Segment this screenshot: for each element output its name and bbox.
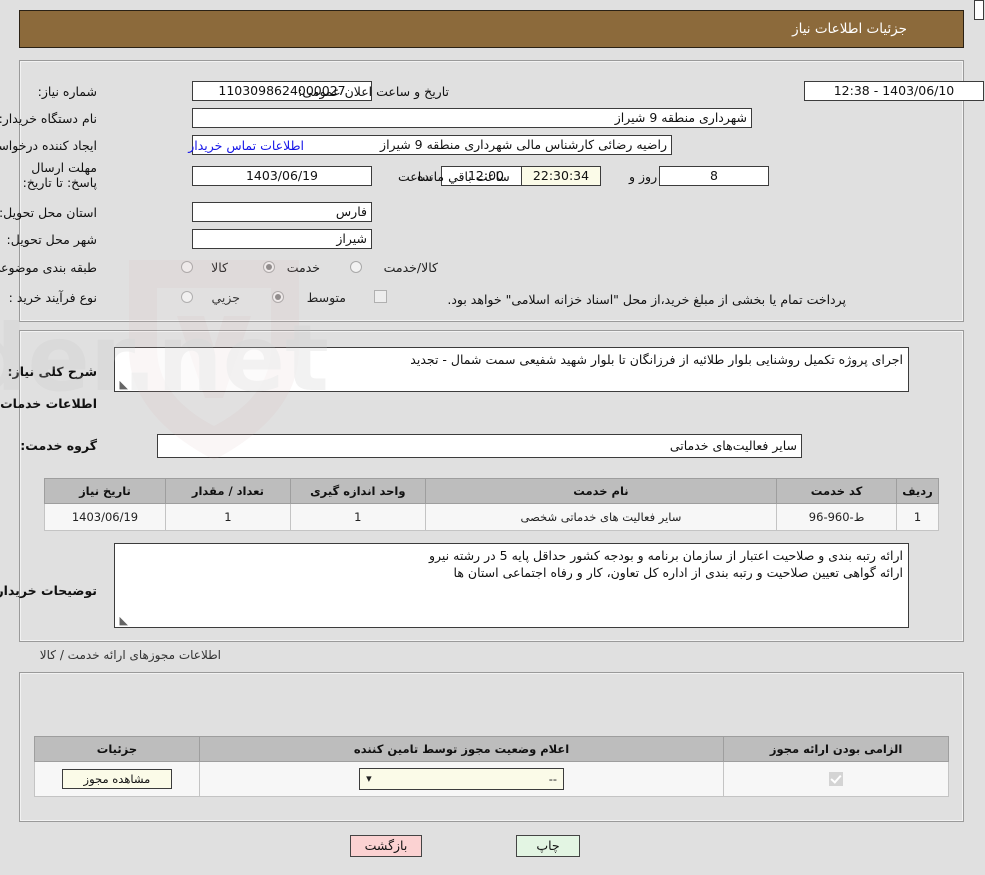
cell-unit: 1 — [290, 503, 427, 531]
province-value: فارس — [193, 202, 373, 222]
permit-status-value: -- — [549, 772, 559, 786]
th-permit-status: اعلام وضعیت مجوز توسط تامین کننده — [199, 736, 726, 762]
chevron-down-icon: ▾ — [367, 772, 373, 785]
table-row: 1 ط-960-96 سایر فعالیت های خدماتی شخصی 1… — [45, 503, 940, 531]
th-permit-required: الزامی بودن ارائه مجوز — [724, 736, 950, 762]
page-title: جزئیات اطلاعات نیاز — [793, 21, 908, 37]
services-table: ردیف کد خدمت نام خدمت واحد اندازه گیری ت… — [45, 478, 940, 531]
announce-datetime-label: تاریخ و ساعت اعلان عمومی: — [299, 84, 450, 99]
category-label: طبقه بندی موضوعی: — [0, 260, 98, 275]
permits-table: الزامی بودن ارائه مجوز اعلام وضعیت مجوز … — [35, 736, 950, 797]
radio-category-goods-service-label: کالا/خدمت — [384, 260, 439, 275]
th-permit-details: جزئیات — [35, 736, 201, 762]
process-label: نوع فرآیند خرید : — [9, 290, 98, 305]
payment-note-checkbox[interactable] — [375, 290, 388, 303]
remaining-time-value: 22:30:34 — [522, 166, 602, 186]
cell-quantity: 1 — [165, 503, 292, 531]
permit-required-checkbox-icon — [830, 772, 845, 787]
buyer-notes-line-2: ارائه گواهی تعیین صلاحیت و رتبه بندی از … — [454, 565, 904, 580]
city-value: شیراز — [193, 229, 373, 249]
resize-grip-icon[interactable]: ◣ — [119, 379, 129, 390]
permit-status-select[interactable]: ▾ -- — [360, 768, 566, 790]
cell-service-name: سایر فعالیت های خدماتی شخصی — [425, 503, 779, 531]
radio-process-medium[interactable] — [273, 291, 285, 303]
need-number-label: شماره نیاز: — [38, 84, 98, 99]
cell-permit-status: ▾ -- — [199, 761, 726, 797]
th-need-date: تاریخ نیاز — [45, 478, 167, 504]
page-header: جزئیات اطلاعات نیاز — [20, 10, 965, 48]
th-row-number: ردیف — [897, 478, 940, 504]
cell-need-date: 1403/06/19 — [45, 503, 167, 531]
resize-grip-icon[interactable]: ◣ — [119, 615, 129, 626]
description-label: شرح کلی نیاز: — [8, 364, 98, 379]
back-button[interactable]: بازگشت — [351, 835, 423, 857]
description-textarea[interactable]: اجرای پروژه تکمیل روشنایی بلوار طلائیه ا… — [115, 347, 910, 392]
payment-note-text: پرداخت تمام یا بخشی از مبلغ خرید،از محل … — [448, 292, 847, 307]
th-unit: واحد اندازه گیری — [290, 478, 427, 504]
cell-row-number: 1 — [897, 503, 940, 531]
table-row: ▾ -- مشاهده مجوز — [35, 761, 950, 797]
requester-label: ایجاد کننده درخواست: — [0, 138, 98, 153]
cell-service-code: ط-960-96 — [777, 503, 899, 531]
th-quantity: تعداد / مقدار — [165, 478, 292, 504]
buyer-notes-textarea[interactable]: ارائه رتبه بندی و صلاحیت اعتبار از سازما… — [115, 543, 910, 628]
cell-permit-required — [724, 761, 950, 797]
services-table-header-row: ردیف کد خدمت نام خدمت واحد اندازه گیری ت… — [45, 478, 940, 504]
services-section-title: اطلاعات خدمات مورد نیاز — [0, 396, 98, 411]
radio-category-goods-service[interactable] — [351, 261, 363, 273]
radio-process-minor[interactable] — [182, 291, 194, 303]
th-service-code: کد خدمت — [777, 478, 899, 504]
radio-process-medium-label: متوسط — [307, 290, 347, 305]
remaining-days-value: 8 — [660, 166, 770, 186]
permits-table-header-row: الزامی بودن ارائه مجوز اعلام وضعیت مجوز … — [35, 736, 950, 762]
radio-category-goods[interactable] — [182, 261, 194, 273]
buyer-org-value: شهرداری منطقه 9 شیراز — [193, 108, 753, 128]
radio-process-minor-label: جزیي — [212, 290, 241, 305]
buyer-contact-link[interactable]: اطلاعات تماس خریدار — [189, 138, 305, 154]
buyer-org-label: نام دستگاه خریدار: — [0, 111, 98, 126]
print-button[interactable]: چاپ — [517, 835, 581, 857]
province-label: استان محل تحویل: — [0, 205, 98, 220]
view-permit-button[interactable]: مشاهده مجوز — [62, 769, 173, 789]
radio-category-service-label: خدمت — [287, 260, 321, 275]
deadline-label: مهلت ارسال پاسخ: تا تاریخ: — [23, 160, 98, 190]
deadline-date-value: 1403/06/19 — [193, 166, 373, 186]
radio-category-service[interactable] — [264, 261, 276, 273]
description-text: اجرای پروژه تکمیل روشنایی بلوار طلائیه ا… — [411, 352, 904, 367]
service-group-label: گروه خدمت: — [21, 438, 98, 453]
remaining-time-label: ساعت باقي مانده — [418, 169, 511, 184]
service-group-value: سایر فعالیت‌های خدماتی — [158, 434, 803, 458]
permits-section-title: اطلاعات مجوزهای ارائه خدمت / کالا — [40, 648, 222, 662]
announce-datetime-value: 1403/06/10 - 12:38 — [805, 81, 985, 101]
th-service-name: نام خدمت — [425, 478, 779, 504]
radio-category-goods-label: کالا — [212, 260, 229, 275]
buyer-notes-label: توضیحات خریدار: — [0, 583, 98, 598]
buyer-notes-line-1: ارائه رتبه بندی و صلاحیت اعتبار از سازما… — [429, 548, 904, 563]
city-label: شهر محل تحویل: — [7, 232, 98, 247]
cell-permit-details: مشاهده مجوز — [35, 761, 201, 797]
remaining-days-label: روز و — [630, 169, 659, 184]
